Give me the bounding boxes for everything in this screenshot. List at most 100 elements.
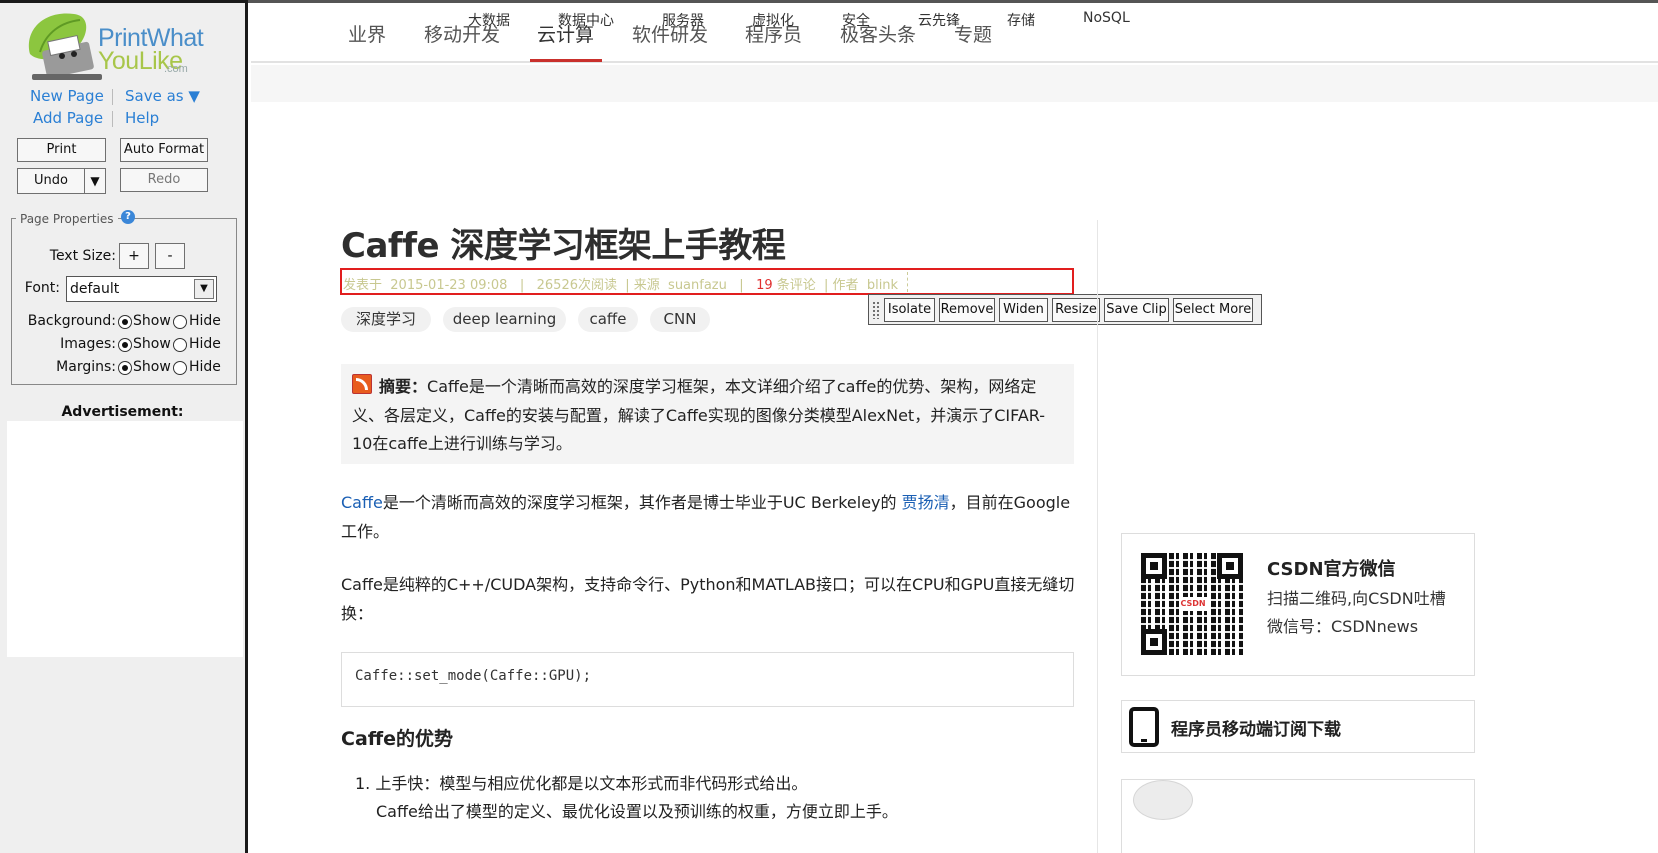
tag-deep-learning-cn[interactable]: 深度学习 — [341, 307, 431, 332]
auto-format-button[interactable]: Auto Format — [120, 138, 208, 162]
margins-hide-label: Hide — [189, 359, 221, 375]
tag-caffe[interactable]: caffe — [578, 307, 638, 332]
background-show-radio[interactable] — [118, 315, 132, 329]
article-meta: 发表于 2015-01-23 09:08 | 26526次阅读 | 来源 sua… — [343, 274, 898, 293]
advertisement-title: Advertisement: — [61, 404, 184, 420]
link-divider — [112, 89, 113, 105]
meta-comments-count[interactable]: 19 — [756, 278, 773, 293]
help-link[interactable]: Help — [125, 109, 159, 127]
link-divider — [112, 111, 113, 127]
undo-history-dropdown[interactable]: ▼ — [84, 168, 106, 194]
summary-body: Caffe是一个清晰而高效的深度学习框架，本文详细介绍了caffe的优势、架构，… — [352, 377, 1046, 453]
images-label: Images: — [60, 336, 116, 352]
subnav-item-storage[interactable]: 存储 — [1007, 10, 1035, 30]
meta-author[interactable]: blink — [867, 278, 898, 293]
screen: PrintWhat YouLike .com New Page Save as … — [0, 0, 1658, 853]
caffe-link[interactable]: Caffe — [341, 493, 383, 512]
isolate-button[interactable]: Isolate — [884, 298, 935, 322]
new-page-link[interactable]: New Page — [30, 87, 104, 105]
summary-label: 摘要： — [379, 377, 428, 396]
remove-button[interactable]: Remove — [939, 298, 995, 322]
widen-button[interactable]: Widen — [999, 298, 1048, 322]
section-heading: Caffe的优势 — [341, 728, 454, 750]
qr-logo: CSDN — [1179, 597, 1207, 611]
subnav-item-server[interactable]: 服务器 — [662, 10, 704, 30]
subnav-item-nosql[interactable]: NoSQL — [1083, 10, 1130, 26]
list-item-cont: Caffe给出了模型的定义、最优化设置以及预训练的权重，方便立即上手。 — [376, 802, 898, 821]
chevron-down-icon: ▼ — [194, 279, 214, 299]
font-select-value: default — [70, 281, 120, 297]
meta-published-prefix: 发表于 — [343, 278, 383, 293]
wechat-line2: 微信号：CSDNnews — [1267, 617, 1419, 636]
selection-divider — [907, 272, 908, 292]
margins-show-radio[interactable] — [118, 361, 132, 375]
font-select[interactable]: default ▼ — [66, 276, 217, 302]
redo-button[interactable]: Redo — [120, 168, 208, 192]
undo-button[interactable]: Undo — [17, 168, 85, 194]
help-icon[interactable]: ? — [121, 210, 135, 224]
column-divider — [1097, 220, 1098, 853]
phone-icon — [1129, 707, 1159, 747]
text-size-increase-button[interactable]: + — [119, 243, 149, 269]
meta-separator: | — [519, 278, 525, 293]
tag-deep-learning[interactable]: deep learning — [443, 307, 566, 332]
nav-active-indicator — [530, 59, 602, 62]
select-more-button[interactable]: Select More — [1173, 298, 1253, 322]
subnav-item-security[interactable]: 安全 — [842, 10, 870, 30]
subnav-item-cloud-pioneer[interactable]: 云先锋 — [918, 10, 960, 30]
background-label: Background: — [27, 313, 116, 329]
meta-source[interactable]: suanfazu — [668, 278, 727, 293]
secondary-nav — [251, 65, 1658, 102]
margins-hide-radio[interactable] — [173, 361, 187, 375]
meta-source-prefix: | 来源 — [625, 278, 660, 293]
subnav-item-data-center[interactable]: 数据中心 — [558, 10, 614, 30]
print-button[interactable]: Print — [17, 138, 106, 162]
qr-finder — [1141, 553, 1167, 579]
tag-cnn[interactable]: CNN — [650, 307, 710, 332]
app-download-text[interactable]: 程序员移动端订阅下载 — [1171, 715, 1341, 740]
code-block: Caffe::set_mode(Caffe::GPU); — [341, 652, 1074, 707]
meta-comments-suffix: 条评论 — [776, 278, 816, 293]
promo-image — [1133, 780, 1193, 820]
add-page-link[interactable]: Add Page — [33, 109, 103, 127]
list-item: 1. 上手快：模型与相应优化都是以文本形式而非代码形式给出。 — [355, 774, 808, 793]
meta-separator: | — [739, 278, 744, 293]
summary-text: 摘要：Caffe是一个清晰而高效的深度学习框架，本文详细介绍了caffe的优势、… — [352, 373, 1064, 459]
advertisement-area — [7, 421, 243, 657]
background-hide-radio[interactable] — [173, 315, 187, 329]
qr-finder — [1141, 629, 1167, 655]
margins-show-label: Show — [133, 359, 171, 375]
subnav-item-big-data[interactable]: 大数据 — [468, 10, 510, 30]
page-properties-legend: Page Properties — [16, 212, 118, 226]
resize-button[interactable]: Resize — [1052, 298, 1100, 322]
logo-text-com: .com — [164, 63, 188, 75]
background-show-label: Show — [133, 313, 171, 329]
author-jia-link[interactable]: 贾扬清 — [902, 493, 950, 512]
qr-finder — [1217, 553, 1243, 579]
qr-code-icon: CSDN — [1141, 553, 1243, 655]
paragraph-architecture: Caffe是纯粹的C++/CUDA架构，支持命令行、Python和MATLAB接… — [341, 575, 1075, 623]
wechat-line1: 扫描二维码,向CSDN吐槽 — [1267, 589, 1446, 608]
meta-author-prefix: | 作者 — [824, 278, 859, 293]
meta-reads: 26526次阅读 — [536, 278, 617, 293]
images-show-radio[interactable] — [118, 338, 132, 352]
paragraph-intro: Caffe是一个清晰而高效的深度学习框架，其作者是博士毕业于UC Berkele… — [341, 489, 1076, 546]
font-label: Font: — [24, 280, 60, 296]
margins-label: Margins: — [56, 359, 116, 375]
images-show-label: Show — [133, 336, 171, 352]
images-hide-radio[interactable] — [173, 338, 187, 352]
article-title: Caffe 深度学习框架上手教程 — [341, 226, 786, 266]
background-hide-label: Hide — [189, 313, 221, 329]
meta-date: 2015-01-23 09:08 — [390, 278, 508, 293]
save-clip-button[interactable]: Save Clip — [1104, 298, 1169, 322]
text-size-decrease-button[interactable]: - — [155, 243, 185, 269]
paragraph-intro-mid: 是一个清晰而高效的深度学习框架，其作者是博士毕业于UC Berkeley的 — [382, 493, 902, 512]
nav-item-industry[interactable]: 业界 — [348, 20, 386, 47]
printwhatyoulike-logo[interactable]: PrintWhat YouLike .com — [22, 8, 222, 84]
subnav-item-virtualization[interactable]: 虚拟化 — [752, 10, 794, 30]
save-as-link[interactable]: Save as ▼ — [125, 87, 200, 105]
text-size-label: Text Size: — [49, 248, 116, 264]
wechat-title: CSDN官方微信 — [1267, 559, 1396, 580]
images-hide-label: Hide — [189, 336, 221, 352]
grip-icon[interactable] — [872, 301, 880, 319]
